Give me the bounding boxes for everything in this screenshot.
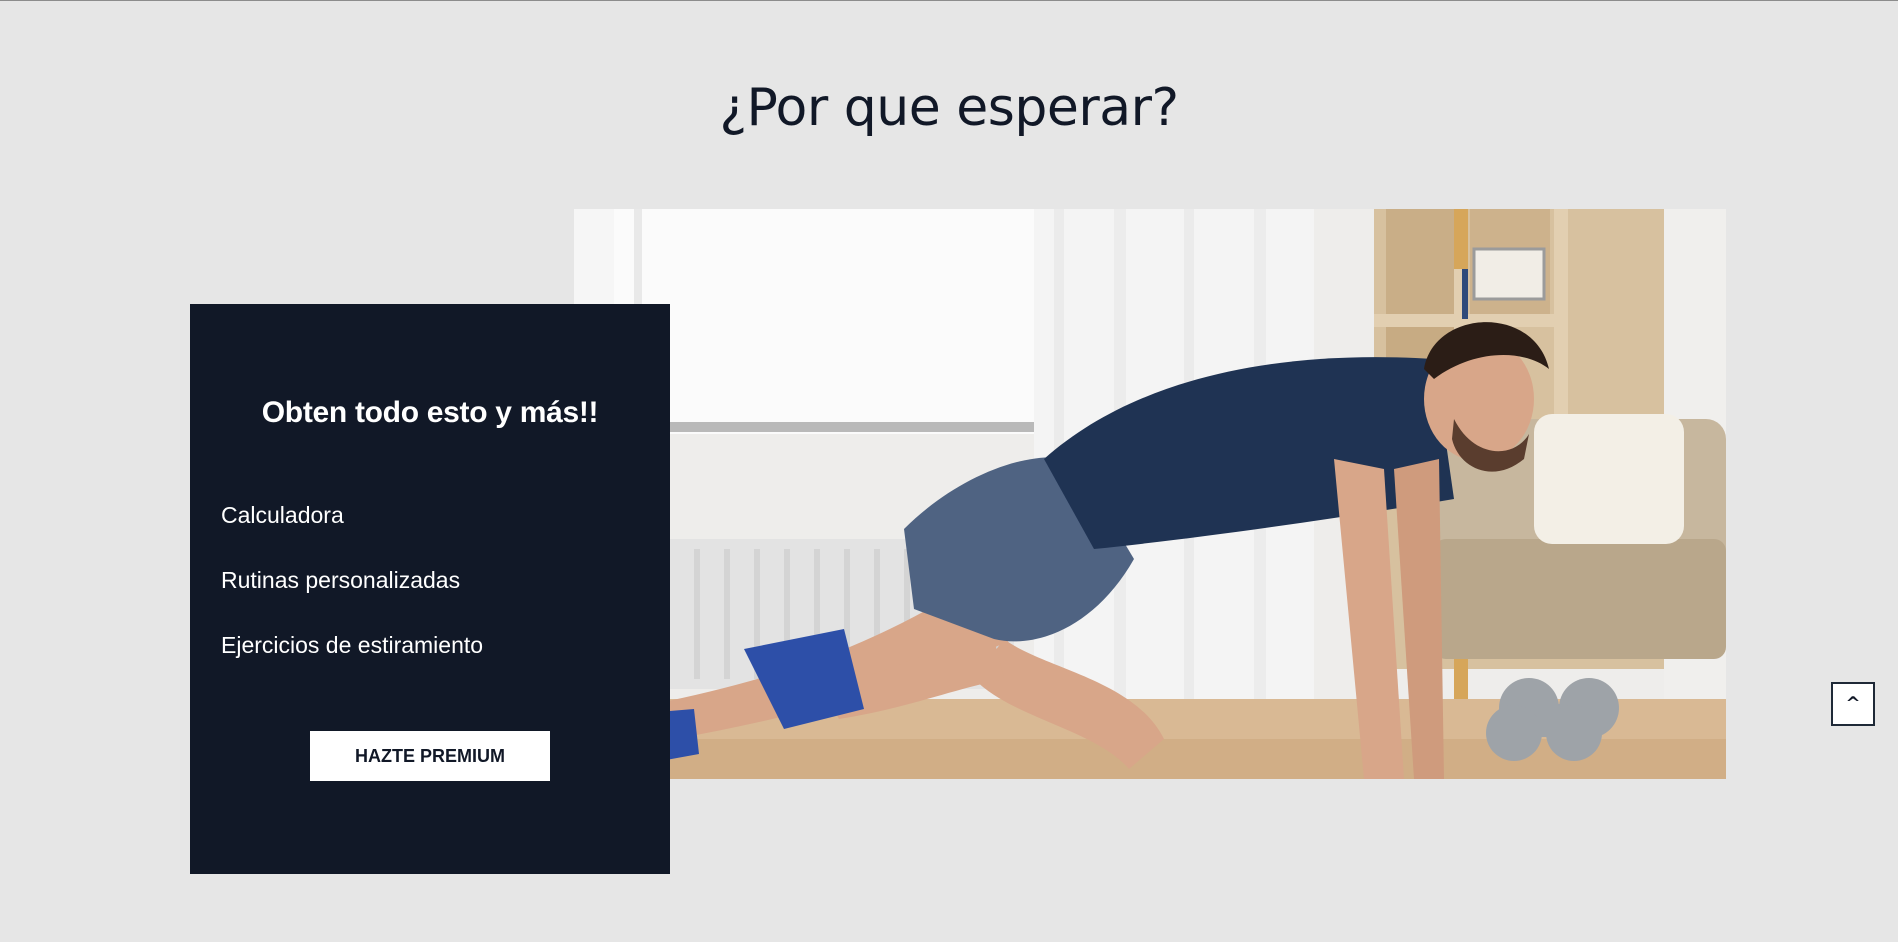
top-divider xyxy=(0,0,1898,1)
feature-item-estiramiento: Ejercicios de estiramiento xyxy=(221,632,484,658)
section-title: ¿Por que esperar? xyxy=(719,78,1179,138)
exercise-photo xyxy=(574,209,1726,779)
hazte-premium-button[interactable]: HAZTE PREMIUM xyxy=(310,731,550,781)
promo-card-title: Obten todo esto y más!! xyxy=(261,396,599,429)
feature-list: Calculadora Rutinas personalizadas Ejerc… xyxy=(221,503,483,698)
feature-item-rutinas: Rutinas personalizadas xyxy=(221,567,461,593)
scroll-to-top-button[interactable]: ^ xyxy=(1831,682,1875,726)
premium-promo-card: Obten todo esto y más!! Calculadora Ruti… xyxy=(190,304,670,874)
feature-item-calculadora: Calculadora xyxy=(221,502,344,528)
